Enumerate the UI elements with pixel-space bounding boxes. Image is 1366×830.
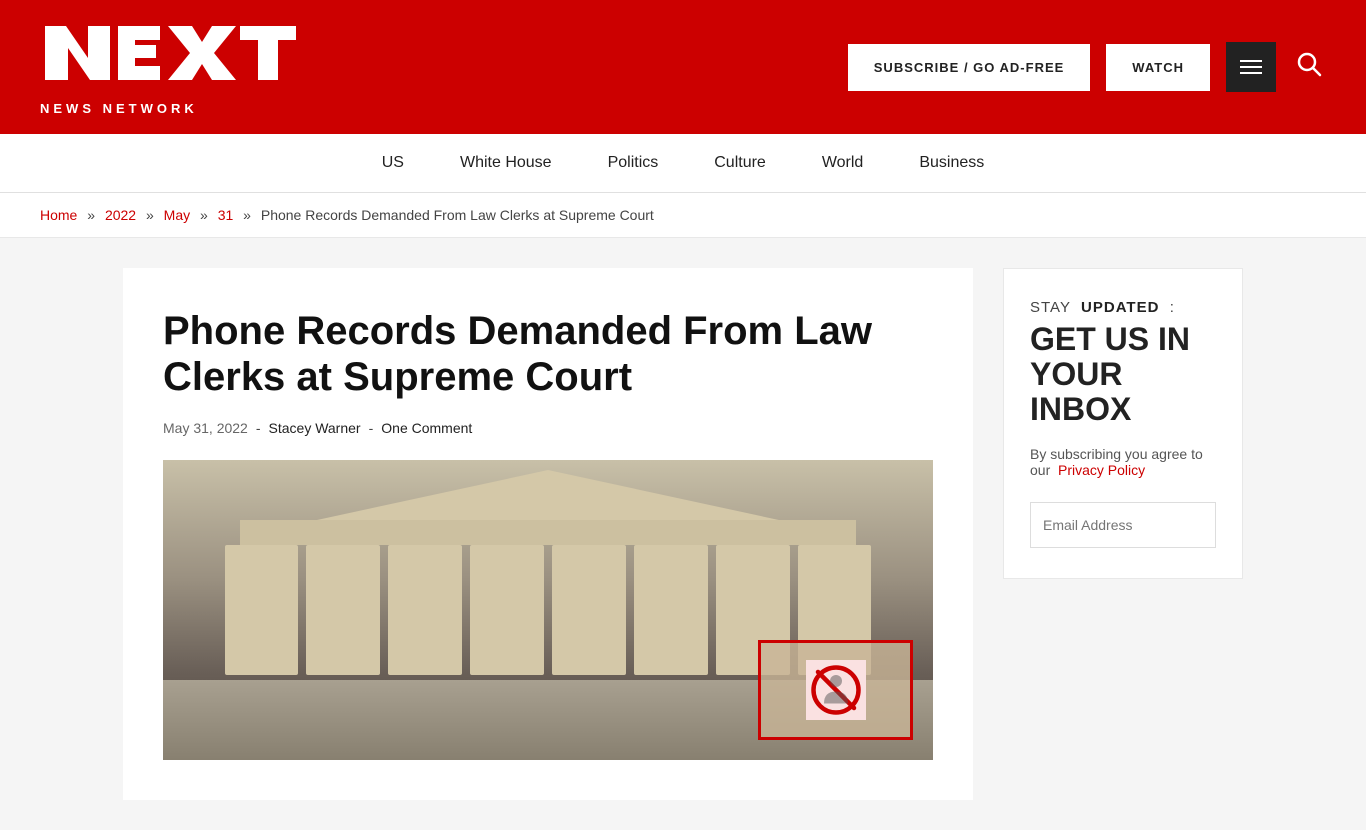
widget-description: By subscribing you agree to our Privacy … xyxy=(1030,446,1216,478)
watch-button[interactable]: WATCH xyxy=(1106,44,1210,91)
sep-3: » xyxy=(200,207,208,223)
widget-heading: GET US IN YOUR INBOX xyxy=(1030,322,1216,428)
newsletter-widget: STAY UPDATED : GET US IN YOUR INBOX By s… xyxy=(1003,268,1243,579)
heading-line2: YOUR xyxy=(1030,356,1122,392)
sep-1: » xyxy=(87,207,95,223)
article-image xyxy=(163,460,933,760)
updated-label: UPDATED xyxy=(1081,299,1159,316)
main-layout: Phone Records Demanded From Law Clerks a… xyxy=(83,268,1283,800)
image-overlay-box xyxy=(758,640,913,740)
sep-4: » xyxy=(243,207,251,223)
breadcrumb-home[interactable]: Home xyxy=(40,207,77,223)
menu-bar-3 xyxy=(1240,72,1262,74)
no-symbol-icon xyxy=(806,660,866,720)
header-actions: SUBSCRIBE / GO AD-FREE WATCH xyxy=(848,42,1326,92)
article-container: Phone Records Demanded From Law Clerks a… xyxy=(123,268,973,800)
breadcrumb-current: Phone Records Demanded From Law Clerks a… xyxy=(261,207,654,223)
nav-item-politics[interactable]: Politics xyxy=(580,134,687,192)
menu-bar-2 xyxy=(1240,66,1262,68)
heading-line3: INBOX xyxy=(1030,391,1131,427)
court-col-1 xyxy=(225,545,299,675)
site-header: NEWS NETWORK SUBSCRIBE / GO AD-FREE WATC… xyxy=(0,0,1366,134)
menu-bar-1 xyxy=(1240,60,1262,62)
court-col-3 xyxy=(388,545,462,675)
court-col-6 xyxy=(634,545,708,675)
court-frieze xyxy=(240,520,856,545)
search-icon xyxy=(1296,51,1322,77)
stay-label: STAY xyxy=(1030,299,1071,316)
article-meta: May 31, 2022 - Stacey Warner - One Comme… xyxy=(163,420,933,436)
breadcrumb-month[interactable]: May xyxy=(164,207,190,223)
privacy-policy-link[interactable]: Privacy Policy xyxy=(1058,462,1145,478)
article-author[interactable]: Stacey Warner xyxy=(269,420,361,436)
menu-button[interactable] xyxy=(1226,42,1276,92)
nav-item-business[interactable]: Business xyxy=(891,134,1012,192)
logo-svg xyxy=(40,18,300,88)
logo-subtitle: NEWS NETWORK xyxy=(40,101,300,116)
article-date: May 31, 2022 xyxy=(163,420,248,436)
logo-text xyxy=(40,18,300,97)
nav-item-whitehouse[interactable]: White House xyxy=(432,134,580,192)
court-col-2 xyxy=(306,545,380,675)
article-comments[interactable]: One Comment xyxy=(381,420,472,436)
breadcrumb-year[interactable]: 2022 xyxy=(105,207,136,223)
sep-2: » xyxy=(146,207,154,223)
subscribe-button[interactable]: SUBSCRIBE / GO AD-FREE xyxy=(848,44,1091,91)
breadcrumb-day[interactable]: 31 xyxy=(218,207,234,223)
court-col-4 xyxy=(470,545,544,675)
meta-dot-1: - xyxy=(256,420,261,436)
breadcrumb: Home » 2022 » May » 31 » Phone Records D… xyxy=(0,193,1366,238)
heading-line1: GET US IN xyxy=(1030,321,1190,357)
main-nav: US White House Politics Culture World Bu… xyxy=(354,134,1013,192)
meta-dot-2: - xyxy=(369,420,374,436)
court-col-5 xyxy=(552,545,626,675)
nav-item-culture[interactable]: Culture xyxy=(686,134,794,192)
nav-item-us[interactable]: US xyxy=(354,134,432,192)
email-input[interactable] xyxy=(1030,502,1216,548)
nav-bar: US White House Politics Culture World Bu… xyxy=(0,134,1366,193)
stay-updated-label: STAY UPDATED : xyxy=(1030,299,1216,316)
sidebar: STAY UPDATED : GET US IN YOUR INBOX By s… xyxy=(1003,268,1243,579)
article-title: Phone Records Demanded From Law Clerks a… xyxy=(163,308,933,400)
logo[interactable]: NEWS NETWORK xyxy=(40,18,300,116)
nav-item-world[interactable]: World xyxy=(794,134,892,192)
search-button[interactable] xyxy=(1292,47,1326,88)
